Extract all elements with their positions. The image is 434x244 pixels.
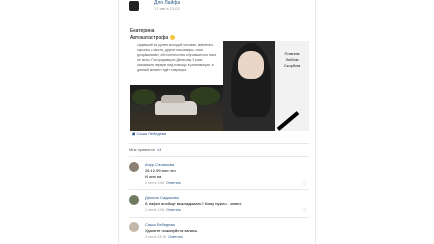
avatar[interactable]: [129, 222, 139, 232]
author-avatar[interactable]: [129, 1, 139, 11]
avatar[interactable]: [129, 162, 139, 172]
comment-author[interactable]: Саша Лебедева: [145, 222, 175, 227]
likes-label: Мне нравится: [129, 147, 155, 152]
comment-text: 26.12.99 или что И она на: [145, 168, 176, 180]
avatar[interactable]: [129, 195, 139, 205]
memorial-caption: Помним Любим Скорбим: [277, 51, 307, 69]
comment-line: И она на: [145, 174, 162, 179]
crash-scene-image: [130, 85, 223, 131]
post-caption: Екатерина Автокатастрофа: [130, 28, 175, 42]
memorial-line-3: Скорбим: [283, 63, 301, 68]
tree-shape: [132, 89, 156, 105]
reply-button[interactable]: Ответить: [168, 235, 183, 239]
likes-bar[interactable]: Мне нравится 14: [129, 147, 161, 152]
comment-item: Анур Салимова 26.12.99 или что И она на …: [129, 162, 309, 192]
heart-icon[interactable]: ♡: [302, 181, 307, 188]
comment-date[interactable]: 4 сен в 23:15: [145, 235, 166, 239]
comment-meta: 4 сен в 23:15 Ответить: [145, 235, 183, 239]
comment-item: Диляна Садыкова А нафиг вообще выкладыва…: [129, 195, 309, 219]
car-shape: [155, 95, 197, 115]
photo-news-text: сидевший за рулем молодой человек, време…: [137, 43, 216, 72]
likes-count[interactable]: 14: [157, 147, 161, 152]
post-photo-crash[interactable]: сидевший за рулем молодой человек, време…: [130, 41, 223, 131]
divider: [129, 143, 309, 144]
divider: [129, 189, 309, 190]
comment-author[interactable]: Анур Салимова: [145, 162, 174, 167]
post-source-name[interactable]: Саша Лебедева: [136, 131, 166, 136]
comment-text: А нафиг вообще выкладывать? Кому нужно -…: [145, 201, 242, 206]
post-source-link[interactable]: ◼ Саша Лебедева: [132, 131, 166, 136]
comment-meta: 2 сен в 1:06 Ответить: [145, 208, 181, 212]
portrait-face: [238, 51, 264, 79]
wall-post: Для Лайфа 17 авг в 12:02 Екатерина Авток…: [118, 0, 316, 244]
comment-date[interactable]: 2 сен в 1:06: [145, 181, 164, 185]
post-date[interactable]: 17 авг в 12:02: [154, 6, 180, 11]
sad-face-emoji-icon: [169, 35, 175, 41]
comment-item: Саша Лебедева Удалите пожалуйста запись.…: [129, 222, 309, 244]
divider: [129, 156, 309, 157]
comment-meta: 2 сен в 1:06 Ответить: [145, 181, 181, 185]
comment-date[interactable]: 2 сен в 1:06: [145, 208, 164, 212]
reply-button[interactable]: Ответить: [166, 181, 181, 185]
comment-text: Удалите пожалуйста запись.: [145, 228, 199, 233]
post-photo-memorial[interactable]: Помним Любим Скорбим: [223, 41, 309, 131]
comment-author[interactable]: Диляна Садыкова: [145, 195, 179, 200]
caption-line-1: Екатерина: [130, 28, 155, 34]
divider: [129, 217, 309, 218]
heart-icon[interactable]: ♡: [302, 207, 307, 214]
reply-button[interactable]: Ответить: [166, 208, 181, 212]
